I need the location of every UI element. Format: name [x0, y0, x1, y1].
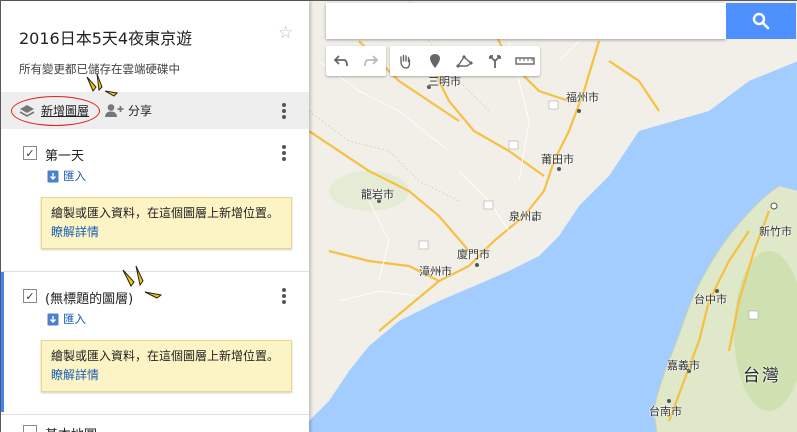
import-icon — [47, 313, 59, 325]
directions-button[interactable] — [480, 46, 510, 76]
learn-more-link[interactable]: 瞭解詳情 — [51, 225, 99, 239]
layer-visibility-checkbox[interactable]: ✓ — [23, 146, 37, 160]
city-label-chiayi: 嘉義市 — [667, 359, 700, 372]
import-label: 匯入 — [63, 312, 86, 326]
draw-line-button[interactable] — [450, 46, 480, 76]
city-label-fuzhou: 福州市 — [566, 91, 599, 104]
city-label-tainan: 台南市 — [649, 405, 682, 418]
city-label-xiamen: 廈門市 — [457, 248, 490, 261]
import-link[interactable]: 匯入 — [47, 168, 86, 184]
layer-options-menu-button[interactable] — [276, 144, 292, 162]
import-link[interactable]: 匯入 — [47, 311, 86, 327]
redo-button[interactable] — [356, 46, 386, 76]
hand-tool-button[interactable] — [390, 46, 420, 76]
ruler-icon — [515, 57, 535, 65]
empty-layer-hint: 繪製或匯入資料，在這個圖層上新增位置。瞭解詳情 — [41, 340, 292, 392]
undo-icon — [333, 55, 348, 67]
hint-text: 繪製或匯入資料，在這個圖層上新增位置。 — [51, 349, 280, 363]
city-label-longyan: 龍岩市 — [361, 188, 394, 201]
import-icon — [47, 170, 59, 182]
base-map-layer-name[interactable]: 基本地圖 — [45, 424, 97, 432]
add-marker-button[interactable] — [420, 46, 450, 76]
measure-button[interactable] — [510, 46, 540, 76]
city-label-zhangzhou: 漳州市 — [419, 265, 452, 278]
layer-item: ✓ 第一天 匯入 繪製或匯入資料，在這個圖層上新增位置。瞭解詳情 — [1, 129, 309, 271]
line-icon — [456, 55, 473, 68]
undo-button[interactable] — [326, 46, 356, 76]
attention-spark-mark — [122, 265, 163, 299]
region-label-taiwan: 台灣 — [743, 366, 781, 386]
map-options-menu-button[interactable] — [276, 102, 292, 120]
city-label-quanzhou: 泉州市 — [509, 210, 542, 223]
empty-layer-hint: 繪製或匯入資料，在這個圖層上新增位置。瞭解詳情 — [41, 197, 292, 249]
layer-visibility-checkbox[interactable]: ✓ — [23, 289, 37, 303]
base-map-toggle[interactable] — [23, 425, 37, 432]
city-label-hsinchu: 新竹市 — [759, 225, 792, 238]
hint-text: 繪製或匯入資料，在這個圖層上新增位置。 — [51, 206, 280, 220]
star-icon[interactable]: ☆ — [278, 23, 293, 43]
attention-spark-mark — [86, 73, 119, 97]
redo-icon — [364, 55, 379, 67]
tools-group — [390, 46, 540, 76]
layer-name[interactable]: 第一天 — [45, 145, 84, 164]
search-input[interactable] — [326, 3, 726, 39]
hand-icon — [400, 54, 411, 69]
map-title[interactable]: 2016日本5天4夜東京遊 — [19, 25, 192, 49]
history-group — [326, 46, 386, 76]
layers-panel: 2016日本5天4夜東京遊 ☆ 所有變更都已儲存在雲端硬碟中 新增圖層 分享 ✓… — [1, 1, 309, 432]
search-button[interactable] — [726, 3, 796, 39]
learn-more-link[interactable]: 瞭解詳情 — [51, 368, 99, 382]
import-label: 匯入 — [63, 169, 86, 183]
map-canvas[interactable]: 三明市 福州市 莆田市 龍岩市 泉州市 廈門市 漳州市 新竹市 台中市 嘉義市 … — [309, 1, 797, 432]
city-label-taichung: 台中市 — [694, 293, 727, 306]
marker-icon — [430, 54, 440, 68]
add-person-icon — [105, 104, 124, 117]
directions-icon — [489, 55, 501, 68]
city-label-putian: 莆田市 — [541, 153, 574, 166]
share-label: 分享 — [128, 104, 153, 118]
map-toolbar — [326, 46, 540, 76]
search-icon — [752, 12, 770, 30]
base-map-layer-item: 基本地圖 — [1, 415, 309, 432]
layer-options-menu-button[interactable] — [276, 287, 292, 305]
share-button[interactable]: 分享 — [104, 102, 152, 119]
